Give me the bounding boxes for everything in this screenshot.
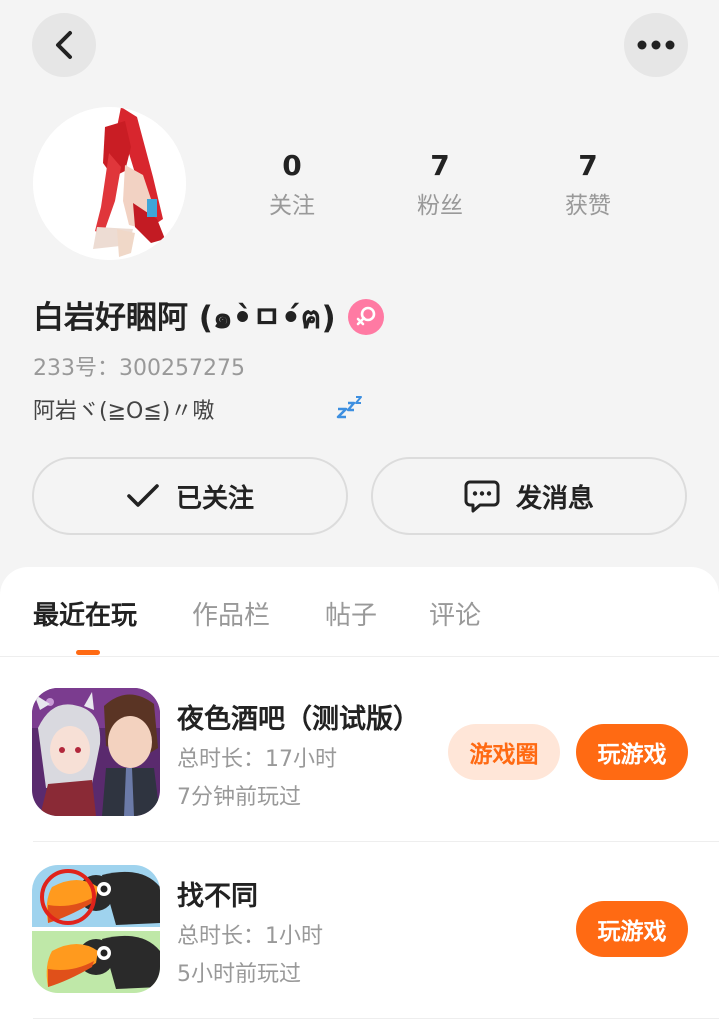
user-id: 233号：300257275 bbox=[33, 356, 245, 381]
stat-value: 0 bbox=[282, 149, 302, 182]
stat-followers[interactable]: 7 粉丝 bbox=[390, 148, 490, 220]
stat-value: 7 bbox=[430, 149, 450, 182]
followed-label: 已关注 bbox=[175, 483, 254, 514]
game-circle-button[interactable]: 游戏圈 bbox=[448, 724, 560, 780]
tab-works[interactable]: 作品栏 bbox=[192, 595, 270, 632]
more-dots-icon bbox=[637, 40, 675, 50]
game-total-duration: 总时长：1小时 bbox=[177, 924, 323, 949]
back-button[interactable] bbox=[32, 13, 96, 77]
user-bio: 阿岩ヾ(≧O≦)〃嗷 bbox=[33, 399, 215, 424]
stat-value: 7 bbox=[578, 149, 598, 182]
followed-button[interactable]: 已关注 bbox=[32, 457, 348, 535]
tab-comments[interactable]: 评论 bbox=[429, 595, 481, 632]
zzz-icon bbox=[336, 396, 362, 419]
send-message-label: 发消息 bbox=[515, 483, 594, 514]
game-list-item[interactable]: 找不同 总时长：1小时 5小时前玩过 玩游戏 bbox=[0, 844, 719, 1020]
stat-label: 粉丝 bbox=[417, 193, 463, 219]
divider bbox=[33, 1018, 719, 1019]
checkmark-icon bbox=[127, 484, 159, 507]
send-message-button[interactable]: 发消息 bbox=[371, 457, 687, 535]
game-total-duration: 总时长：17小时 bbox=[177, 747, 337, 772]
active-tab-indicator bbox=[76, 650, 100, 655]
game-last-played: 7分钟前玩过 bbox=[177, 785, 301, 810]
tab-bar: 最近在玩 作品栏 帖子 评论 bbox=[0, 567, 719, 657]
content-panel: 最近在玩 作品栏 帖子 评论 夜色酒吧（测试版） 总时长：17小时 7分钟前玩过… bbox=[0, 567, 719, 1031]
more-options-button[interactable] bbox=[624, 13, 688, 77]
female-icon bbox=[347, 299, 384, 335]
stat-likes[interactable]: 7 获赞 bbox=[538, 148, 638, 220]
username-row: 白岩好睏阿 (๑•̀ㅁ•́ฅ) bbox=[33, 292, 384, 342]
avatar[interactable] bbox=[33, 107, 186, 260]
game-list-item[interactable]: 夜色酒吧（测试版） 总时长：17小时 7分钟前玩过 游戏圈 玩游戏 bbox=[0, 667, 719, 843]
tab-posts[interactable]: 帖子 bbox=[325, 595, 377, 632]
tab-recently-played[interactable]: 最近在玩 bbox=[33, 595, 137, 632]
game-icon[interactable] bbox=[32, 688, 160, 816]
divider bbox=[33, 841, 719, 842]
game-title: 夜色酒吧（测试版） bbox=[177, 704, 420, 735]
stat-following[interactable]: 0 关注 bbox=[242, 148, 342, 220]
game-title: 找不同 bbox=[177, 881, 258, 912]
game-icon[interactable] bbox=[32, 865, 160, 993]
chevron-left-icon bbox=[56, 31, 72, 59]
avatar-image bbox=[33, 107, 186, 260]
game-last-played: 5小时前玩过 bbox=[177, 962, 301, 987]
play-game-button[interactable]: 玩游戏 bbox=[576, 724, 688, 780]
chat-bubble-icon bbox=[464, 480, 500, 513]
play-game-button[interactable]: 玩游戏 bbox=[576, 901, 688, 957]
username: 白岩好睏阿 (๑•̀ㅁ•́ฅ) bbox=[33, 300, 336, 336]
stat-label: 关注 bbox=[269, 193, 315, 219]
stat-label: 获赞 bbox=[565, 193, 611, 219]
